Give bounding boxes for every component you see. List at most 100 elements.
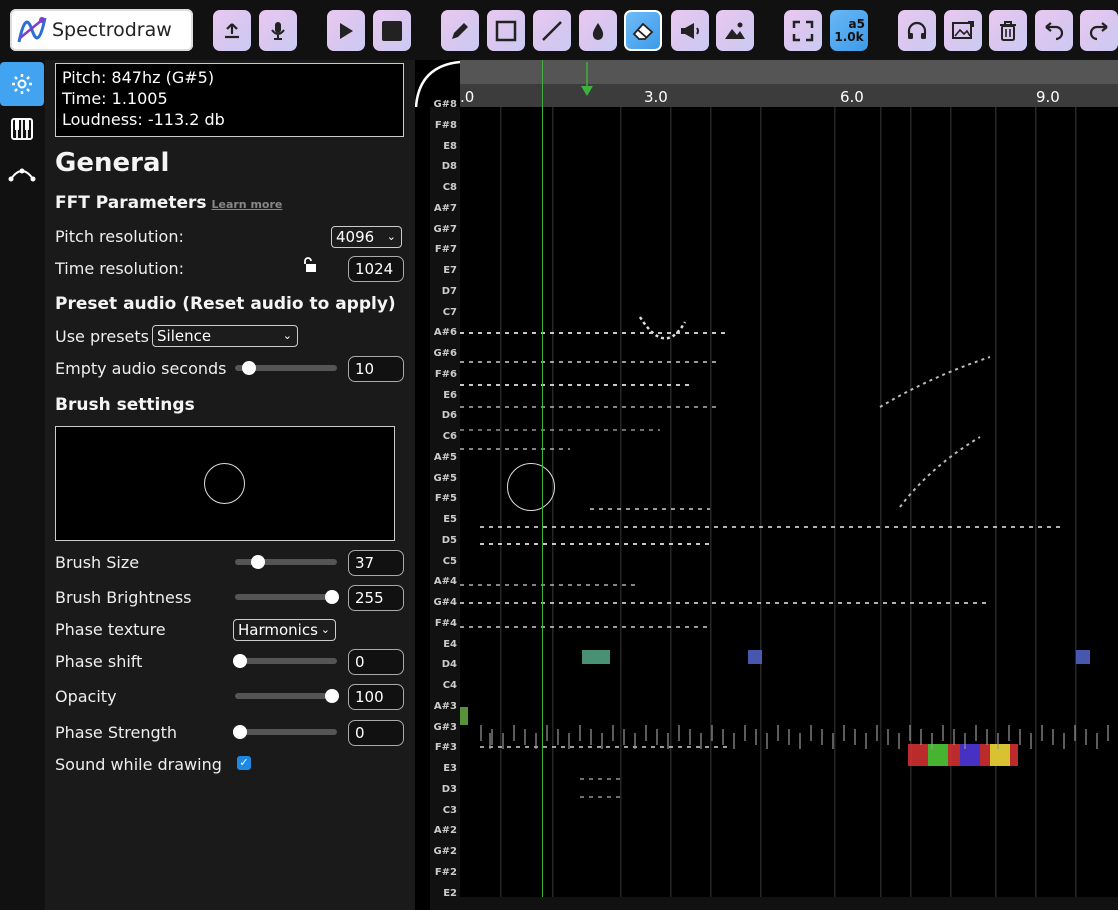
spectrodraw-logo-icon — [17, 17, 47, 43]
undo-button[interactable] — [1035, 10, 1073, 51]
timeline-bar[interactable] — [460, 60, 1118, 84]
line-tool-button[interactable] — [533, 10, 571, 51]
note-label: D4 — [441, 659, 457, 671]
spectrogram-canvas[interactable] — [460, 107, 1118, 897]
note-label: C3 — [442, 804, 457, 816]
toolbar: Spectrodraw a5 1.0k — [0, 0, 1118, 60]
fullscreen-icon — [792, 20, 814, 41]
stop-button[interactable] — [373, 10, 411, 51]
playhead-line — [542, 60, 543, 897]
eraser-tool-button[interactable] — [624, 10, 662, 51]
pencil-tool-button[interactable] — [441, 10, 479, 51]
phase-strength-slider[interactable] — [233, 725, 337, 739]
note-label: G#3 — [433, 721, 457, 733]
settings-panel: Pitch: 847hz (G#5) Time: 1.1005 Loudness… — [45, 60, 423, 910]
microphone-icon — [271, 21, 285, 40]
blur-tool-button[interactable] — [579, 10, 617, 51]
rectangle-icon — [495, 20, 517, 41]
note-axis: G#8 F#8 E8 D8 C8 A#7 G#7 F#7 E7 D7 C7 A#6 G#6 F#6 E6 D6… — [430, 99, 460, 910]
slider-knob[interactable] — [233, 654, 247, 668]
brush-size-label: Brush Size — [55, 553, 140, 572]
learn-more-link[interactable]: Learn more — [211, 198, 282, 211]
cursor-info-box: Pitch: 847hz (G#5) Time: 1.1005 Loudness… — [55, 63, 404, 137]
play-button[interactable] — [327, 10, 365, 51]
slider-knob[interactable] — [325, 590, 339, 604]
sound-while-drawing-checkbox[interactable]: ✓ — [237, 756, 251, 770]
spectrogram-stage: .0 3.0 6.0 9.0 G#8 F#8 E8 D8 C8 A#7 G#7 F#7 E7 D7… — [414, 60, 1118, 910]
chevron-down-icon: ⌄ — [282, 329, 292, 342]
brush-brightness-slider[interactable] — [235, 590, 339, 604]
slider-knob[interactable] — [242, 361, 257, 375]
phase-strength-input[interactable]: 0 — [348, 720, 404, 746]
use-presets-select[interactable]: Silence ⌄ — [152, 325, 298, 347]
app-logo[interactable]: Spectrodraw — [10, 9, 193, 51]
image-tool-button[interactable] — [716, 10, 754, 51]
brush-brightness-input[interactable]: 255 — [348, 585, 404, 611]
note-label: C5 — [442, 555, 457, 567]
piano-tab[interactable] — [0, 107, 44, 151]
empty-audio-input[interactable]: 10 — [348, 356, 404, 382]
play-icon — [340, 22, 353, 39]
slider-knob[interactable] — [325, 689, 339, 703]
loudness-readout: Loudness: -113.2 db — [62, 110, 225, 129]
headphones-button[interactable] — [898, 10, 936, 51]
note-label: G#5 — [433, 472, 457, 484]
slider-knob[interactable] — [251, 555, 266, 569]
section-title: General — [55, 148, 170, 178]
side-rail — [0, 60, 45, 910]
note-label: F#5 — [434, 493, 457, 505]
undo-icon — [1045, 21, 1064, 40]
opacity-input[interactable]: 100 — [348, 684, 404, 710]
brush-size-input[interactable]: 37 — [348, 550, 404, 576]
preset-heading: Preset audio (Reset audio to apply) — [55, 294, 396, 314]
brush-heading: Brush settings — [55, 395, 195, 415]
time-tick: 9.0 — [1036, 88, 1060, 106]
brush-size-slider[interactable] — [235, 555, 337, 569]
playhead-marker-icon[interactable] — [581, 62, 593, 96]
note-label: F#8 — [434, 119, 457, 131]
line-icon — [542, 20, 562, 41]
settings-tab[interactable] — [0, 62, 44, 106]
brush-cursor — [507, 463, 555, 511]
fullscreen-button[interactable] — [784, 10, 822, 51]
note-frequency-button[interactable]: a5 1.0k — [830, 10, 868, 51]
pitch-resolution-select[interactable]: 4096 ⌄ — [331, 226, 402, 248]
fft-heading-text: FFT Parameters — [55, 193, 207, 213]
unlock-icon[interactable] — [303, 257, 319, 273]
upload-button[interactable] — [213, 10, 251, 51]
use-presets-value: Silence — [157, 327, 212, 345]
export-image-button[interactable] — [944, 10, 982, 51]
phase-texture-select[interactable]: Harmonics ⌄ — [233, 619, 336, 641]
pitch-readout: Pitch: 847hz (G#5) — [62, 68, 215, 87]
empty-audio-label: Empty audio seconds — [55, 359, 227, 378]
note-label: D5 — [441, 534, 457, 546]
phase-shift-slider[interactable] — [233, 654, 337, 668]
timeline-ruler[interactable]: .0 3.0 6.0 9.0 — [460, 60, 1118, 107]
amplify-tool-button[interactable] — [671, 10, 709, 51]
record-button[interactable] — [259, 10, 297, 51]
note-label: F#3 — [434, 742, 457, 754]
opacity-slider[interactable] — [235, 689, 339, 703]
droplet-icon — [592, 22, 604, 40]
image-icon — [725, 22, 745, 39]
upload-icon — [225, 22, 239, 38]
phase-shift-input[interactable]: 0 — [348, 649, 404, 675]
empty-audio-slider[interactable] — [235, 361, 337, 375]
note-label: A#3 — [433, 700, 457, 712]
note-label: F#6 — [434, 368, 457, 380]
clear-button[interactable] — [989, 10, 1027, 51]
bottom-scroll-strip[interactable] — [460, 897, 1118, 910]
slider-knob[interactable] — [233, 725, 247, 739]
note-label: E7 — [443, 265, 457, 276]
note-label: G#2 — [433, 846, 457, 857]
note-label: A#7 — [433, 202, 457, 214]
brush-brightness-label: Brush Brightness — [55, 588, 192, 607]
note-label: F#4 — [434, 617, 457, 629]
redo-button[interactable] — [1080, 10, 1118, 51]
curve-tab[interactable] — [0, 152, 44, 196]
note-label: D3 — [441, 783, 457, 795]
phase-texture-label: Phase texture — [55, 620, 166, 639]
rectangle-tool-button[interactable] — [487, 10, 525, 51]
phase-texture-value: Harmonics — [238, 621, 318, 639]
time-resolution-input[interactable]: 1024 — [348, 256, 404, 282]
